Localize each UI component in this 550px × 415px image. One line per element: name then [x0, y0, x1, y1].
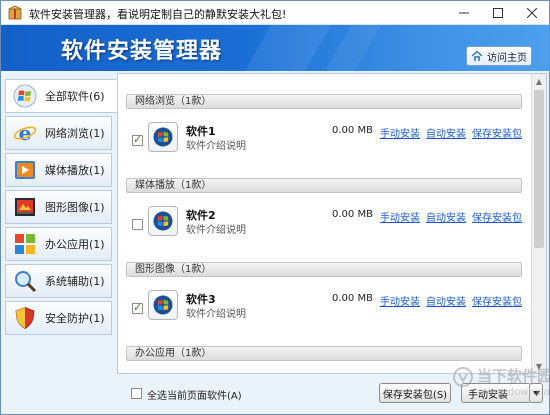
software-row: 软件3 软件介绍说明 0.00 MB 手动安装 自动安装 保存安装包: [126, 285, 522, 335]
image-editor-icon: [15, 198, 35, 216]
auto-install-link[interactable]: 自动安装: [426, 125, 466, 140]
install-mode-dropdown[interactable]: [529, 383, 543, 403]
office-icon: [15, 234, 35, 254]
svg-text:e: e: [19, 121, 32, 145]
window-title: 软件安装管理器，看说明定制自己的静默安装大礼包!: [29, 8, 287, 21]
minimize-icon: [458, 12, 469, 14]
close-button[interactable]: [515, 1, 548, 25]
visit-homepage-label: 访问主页: [487, 52, 527, 64]
sidebar-item-media[interactable]: 媒体播放(1): [5, 153, 112, 187]
software-icon-box: [148, 290, 178, 320]
header-banner: 软件安装管理器 访问主页: [1, 25, 549, 71]
sidebar-item-system[interactable]: 系统辅助(1): [5, 264, 112, 298]
maximize-button[interactable]: [481, 1, 514, 25]
sidebar-item-label: 办公应用(1): [45, 238, 105, 251]
software-row: 软件1 软件介绍说明 0.00 MB 手动安装 自动安装 保存安装包: [126, 117, 522, 167]
sidebar-item-browser[interactable]: e 网络浏览(1): [5, 116, 112, 150]
app-package-icon: [8, 5, 22, 20]
software-description: 软件介绍说明: [186, 309, 246, 320]
vertical-scrollbar[interactable]: ▲ ▼: [531, 74, 546, 373]
software-icon-box: [148, 122, 178, 152]
software-size: 0.00 MB: [332, 293, 373, 304]
sidebar-item-graphics[interactable]: 图形图像(1): [5, 190, 112, 224]
sidebar-item-office[interactable]: 办公应用(1): [5, 227, 112, 261]
manual-install-button[interactable]: 手动安装: [461, 383, 531, 403]
software-row: 软件2 软件介绍说明 0.00 MB 手动安装 自动安装 保存安装包: [126, 201, 522, 251]
save-package-button[interactable]: 保存安装包(S): [379, 383, 451, 403]
manual-install-link[interactable]: 手动安装: [380, 209, 420, 224]
sidebar-item-label: 安全防护(1): [45, 312, 105, 325]
sidebar-item-label: 全部软件(6): [45, 90, 105, 103]
maximize-icon: [492, 8, 503, 18]
media-play-icon: [15, 161, 35, 179]
windows-logo-icon: [153, 127, 173, 147]
close-icon: [526, 8, 537, 18]
auto-install-link[interactable]: 自动安装: [426, 209, 466, 224]
category-header: 图形图像（1款）: [126, 262, 522, 277]
software-checkbox[interactable]: [132, 301, 143, 314]
sidebar-item-label: 网络浏览(1): [45, 127, 105, 140]
manual-install-link[interactable]: 手动安装: [380, 125, 420, 140]
software-checkbox[interactable]: [132, 133, 143, 146]
software-size: 0.00 MB: [332, 209, 373, 220]
scroll-thumb[interactable]: [534, 90, 544, 248]
scroll-up-arrow-icon[interactable]: ▲: [532, 74, 546, 88]
scroll-down-arrow-icon[interactable]: ▼: [532, 359, 546, 373]
magnifier-icon: [15, 271, 37, 293]
software-description: 软件介绍说明: [186, 225, 246, 236]
sidebar-item-security[interactable]: 安全防护(1): [5, 301, 112, 335]
category-header: 媒体播放（1款）: [126, 178, 522, 193]
software-list-panel: 网络浏览（1款） 软件1 软件介绍说明 0.00 MB 手动安装 自动安装 保存…: [117, 73, 547, 374]
windows-logo-icon: [153, 295, 173, 315]
minimize-button[interactable]: [447, 1, 480, 25]
software-description: 软件介绍说明: [186, 141, 246, 152]
software-checkbox[interactable]: [132, 219, 143, 230]
category-header: 网络浏览（1款）: [126, 94, 522, 109]
auto-install-link[interactable]: 自动安装: [426, 293, 466, 308]
app-window: 软件安装管理器，看说明定制自己的静默安装大礼包! 软件安装管理器 访问主页 全部…: [0, 0, 550, 415]
sidebar-item-all[interactable]: 全部软件(6): [5, 79, 117, 113]
windows-logo-icon: [153, 211, 173, 231]
save-package-link[interactable]: 保存安装包: [472, 209, 522, 224]
chevron-down-icon: [532, 390, 540, 396]
software-icon-box: [148, 206, 178, 236]
sidebar-item-label: 系统辅助(1): [45, 275, 105, 288]
title-bar: 软件安装管理器，看说明定制自己的静默安装大礼包!: [1, 1, 549, 25]
category-sidebar: 全部软件(6) e 网络浏览(1) 媒体播放(1) 图形图像(1) 办公应用(1…: [5, 79, 117, 389]
save-package-link[interactable]: 保存安装包: [472, 125, 522, 140]
banner-title: 软件安装管理器: [61, 39, 223, 64]
select-all-label[interactable]: 全选当前页面软件(A): [147, 387, 242, 402]
manual-install-link[interactable]: 手动安装: [380, 293, 420, 308]
software-size: 0.00 MB: [332, 125, 373, 136]
sidebar-item-label: 图形图像(1): [45, 201, 105, 214]
save-package-link[interactable]: 保存安装包: [472, 293, 522, 308]
category-header: 办公应用（1款）: [126, 346, 522, 361]
home-icon: [471, 50, 483, 61]
visit-homepage-button[interactable]: 访问主页: [466, 46, 532, 66]
banner-decoration: [219, 25, 343, 71]
windows-logo-icon: [13, 84, 37, 108]
ie-browser-icon: e: [13, 121, 37, 145]
shield-icon: [15, 307, 35, 329]
select-all-checkbox[interactable]: [131, 388, 142, 399]
sidebar-item-label: 媒体播放(1): [45, 164, 105, 177]
